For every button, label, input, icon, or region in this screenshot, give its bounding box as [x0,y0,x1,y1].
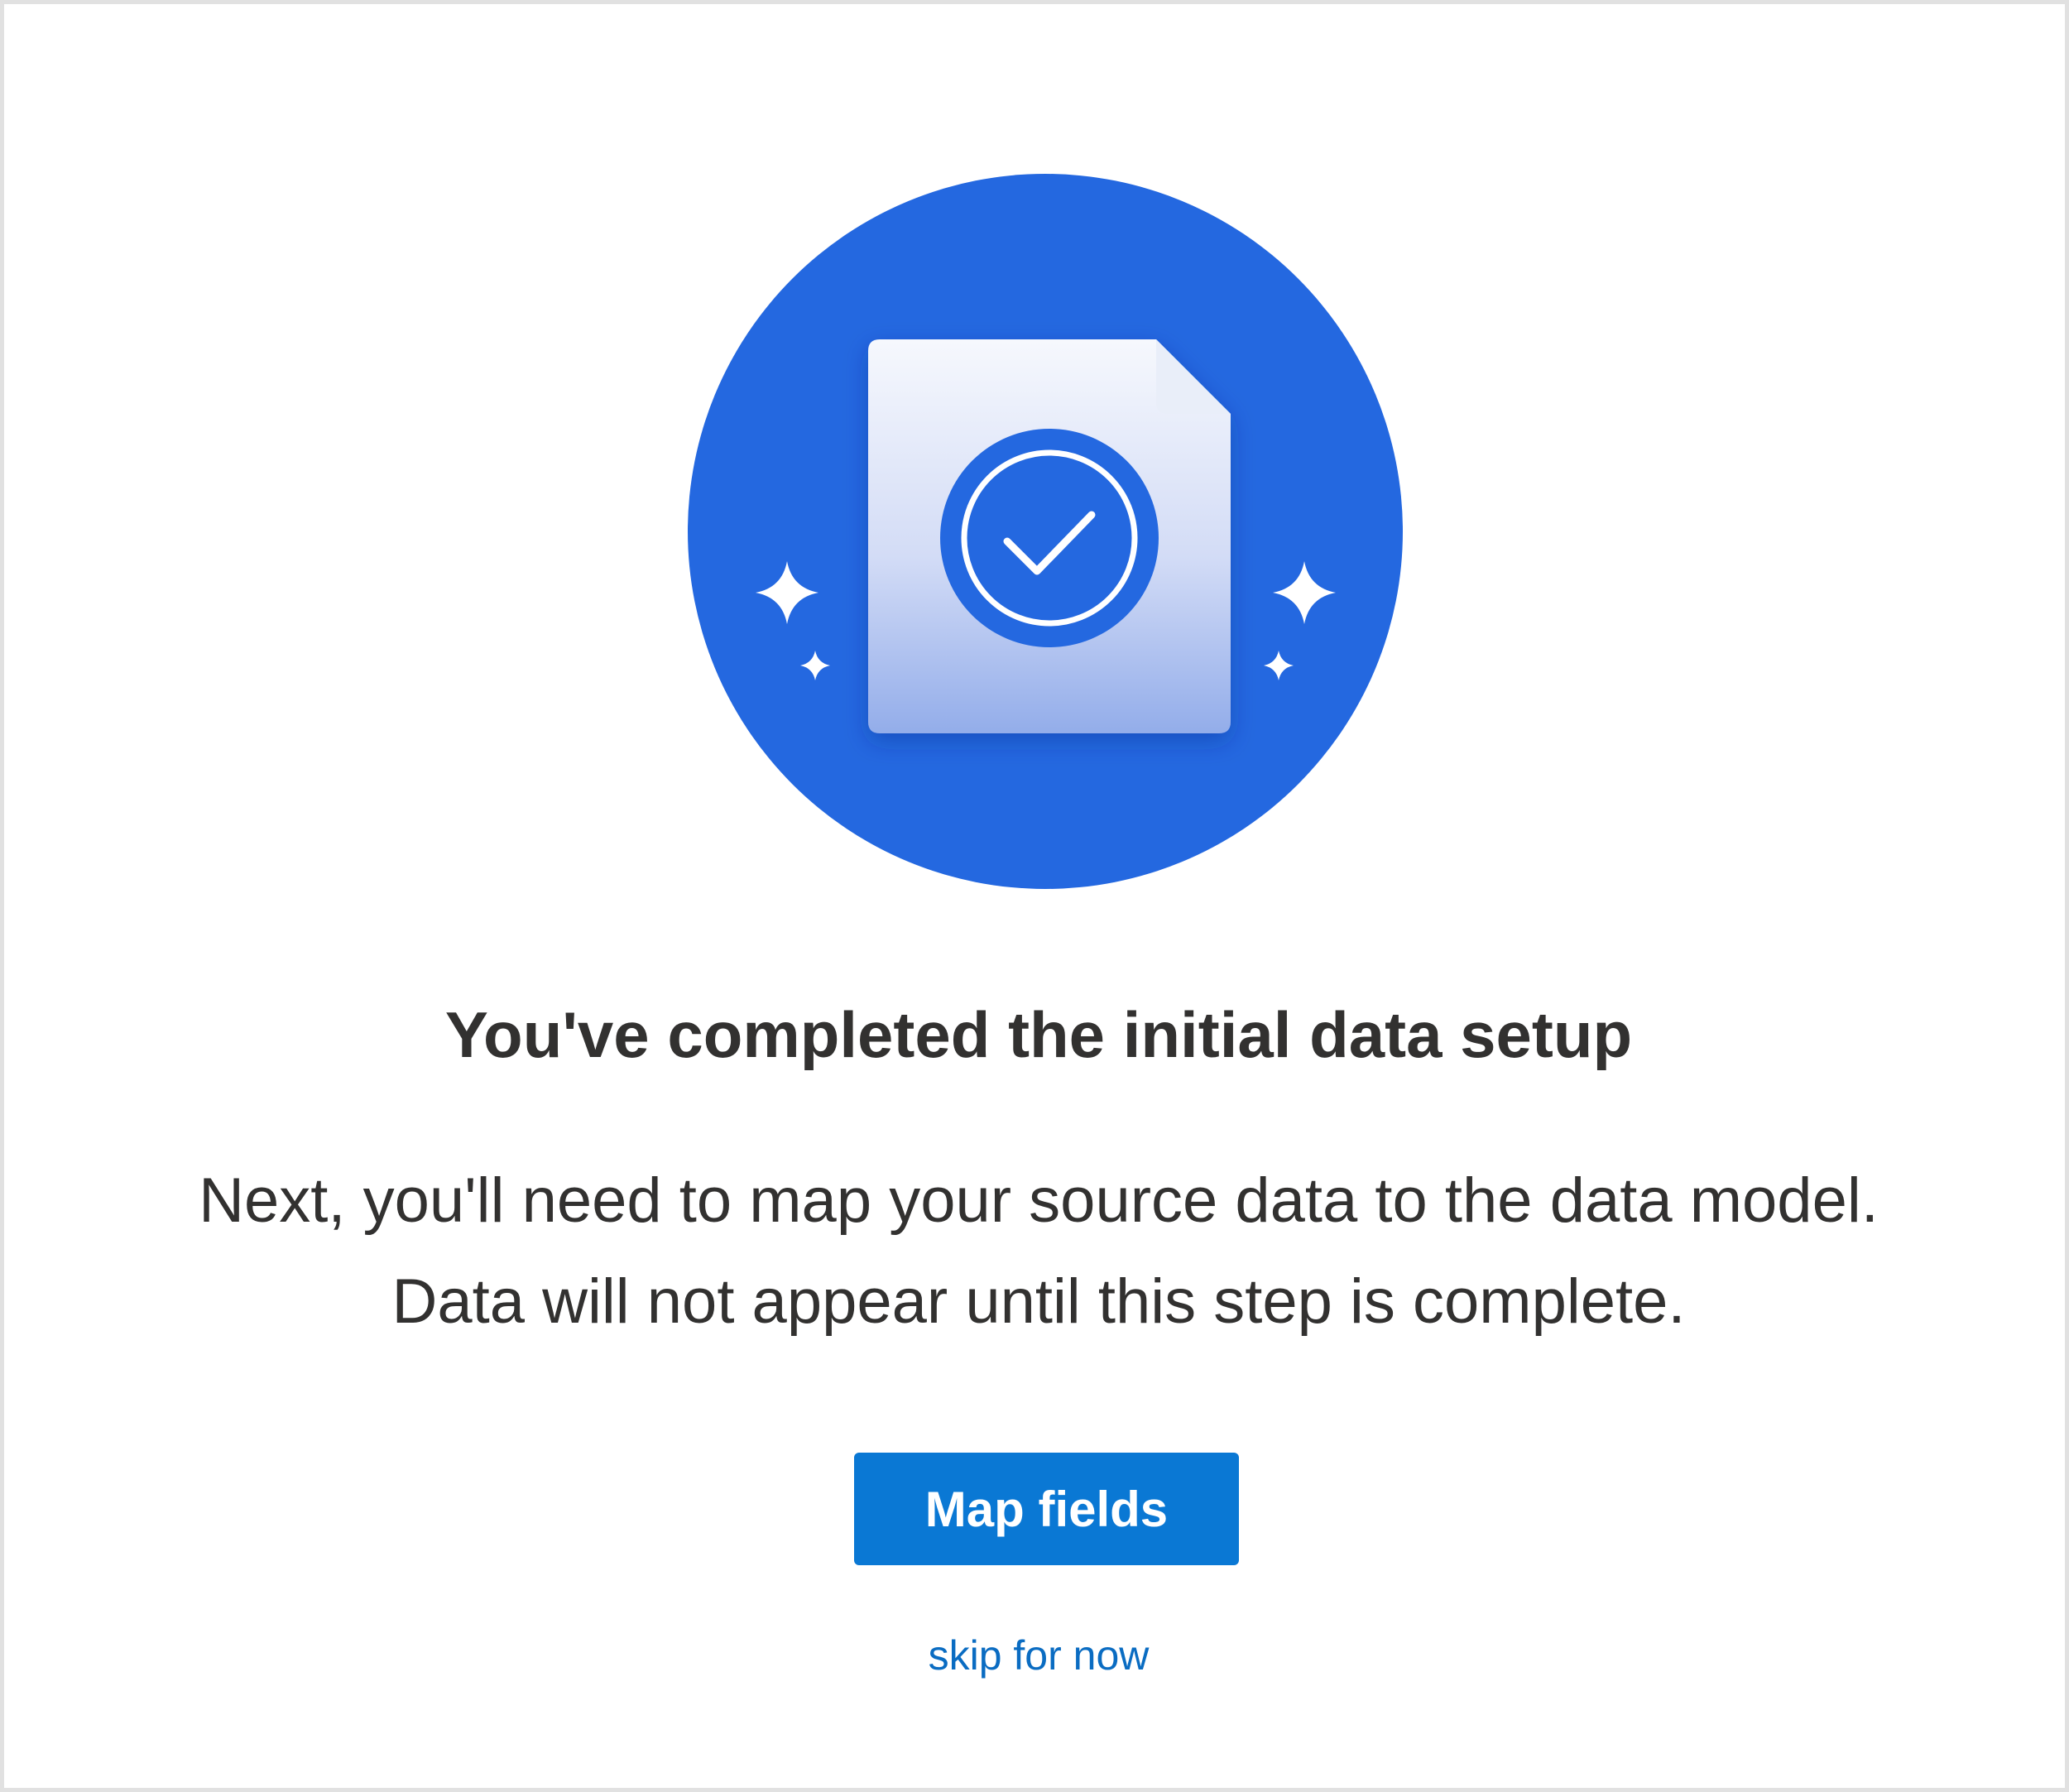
dialog-title: You've completed the initial data setup [444,998,1633,1071]
illustration-svg [688,174,1403,889]
skip-for-now-link[interactable]: skip for now [929,1632,1150,1679]
check-badge-icon [940,429,1159,647]
dialog-message: Next, you'll need to map your source dat… [4,1151,2069,1352]
setup-complete-panel: You've completed the initial data setup … [0,0,2069,1792]
setup-complete-illustration [688,174,1403,889]
dialog-message-line-2: Data will not appear until this step is … [391,1266,1686,1337]
map-fields-button[interactable]: Map fields [854,1453,1239,1565]
skip-link-container: skip for now [4,1622,2069,1689]
dialog-message-line-1: Next, you'll need to map your source dat… [199,1165,1879,1236]
